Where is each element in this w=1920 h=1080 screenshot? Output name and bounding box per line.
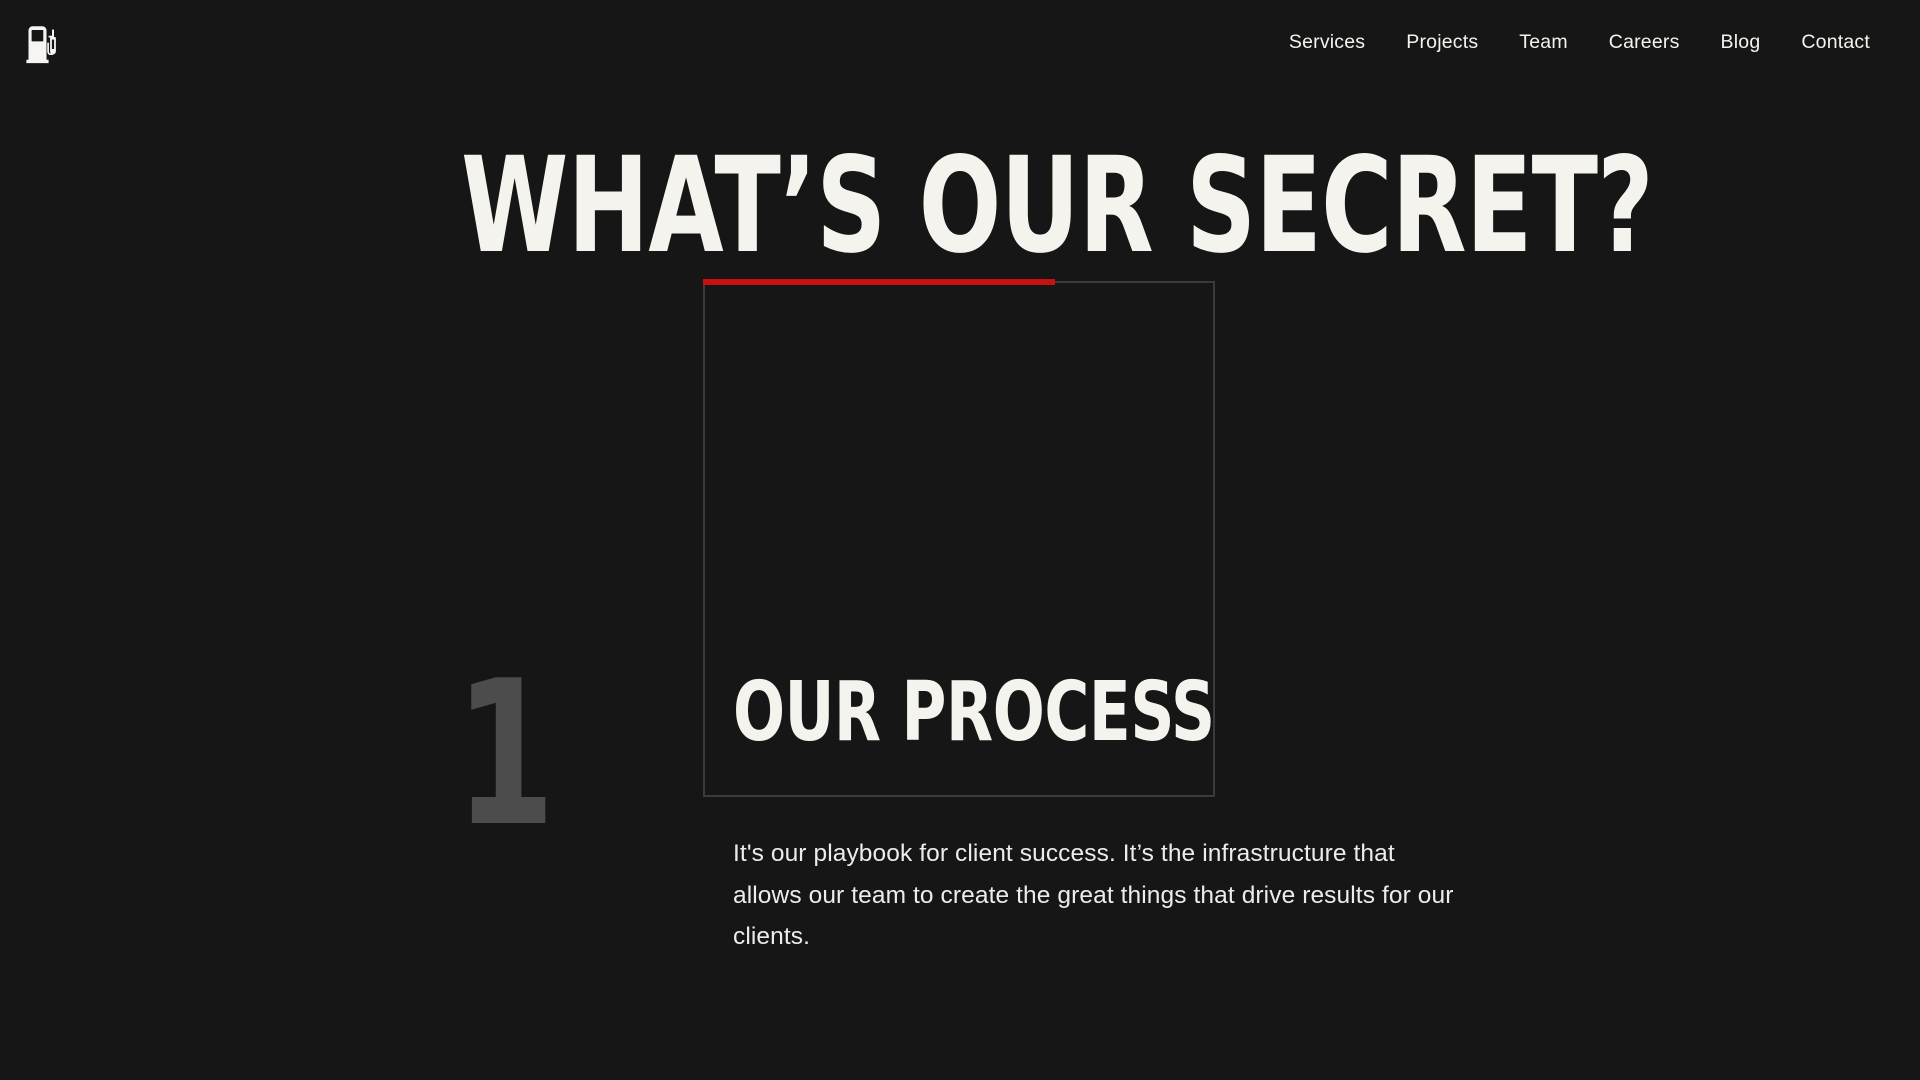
gas-pump-icon	[26, 22, 60, 64]
step-number: 1	[455, 638, 556, 871]
nav-item-careers[interactable]: Careers	[1609, 33, 1680, 53]
step-title: OUR PROCESS	[733, 665, 1215, 760]
red-accent-bar	[703, 279, 1055, 285]
nav-item-team[interactable]: Team	[1519, 33, 1567, 53]
nav-item-blog[interactable]: Blog	[1721, 33, 1761, 53]
brand-logo-link[interactable]	[26, 22, 60, 64]
nav-item-services[interactable]: Services	[1289, 33, 1365, 53]
step-description: It's our playbook for client success. It…	[733, 840, 1454, 950]
nav-item-projects[interactable]: Projects	[1406, 33, 1478, 53]
page-title: WHAT’S OUR SECRET?	[461, 129, 1654, 283]
nav-item-contact[interactable]: Contact	[1801, 33, 1870, 53]
main-navigation: Services Projects Team Careers Blog Cont…	[1289, 33, 1890, 53]
site-header: Services Projects Team Careers Blog Cont…	[0, 0, 1920, 86]
